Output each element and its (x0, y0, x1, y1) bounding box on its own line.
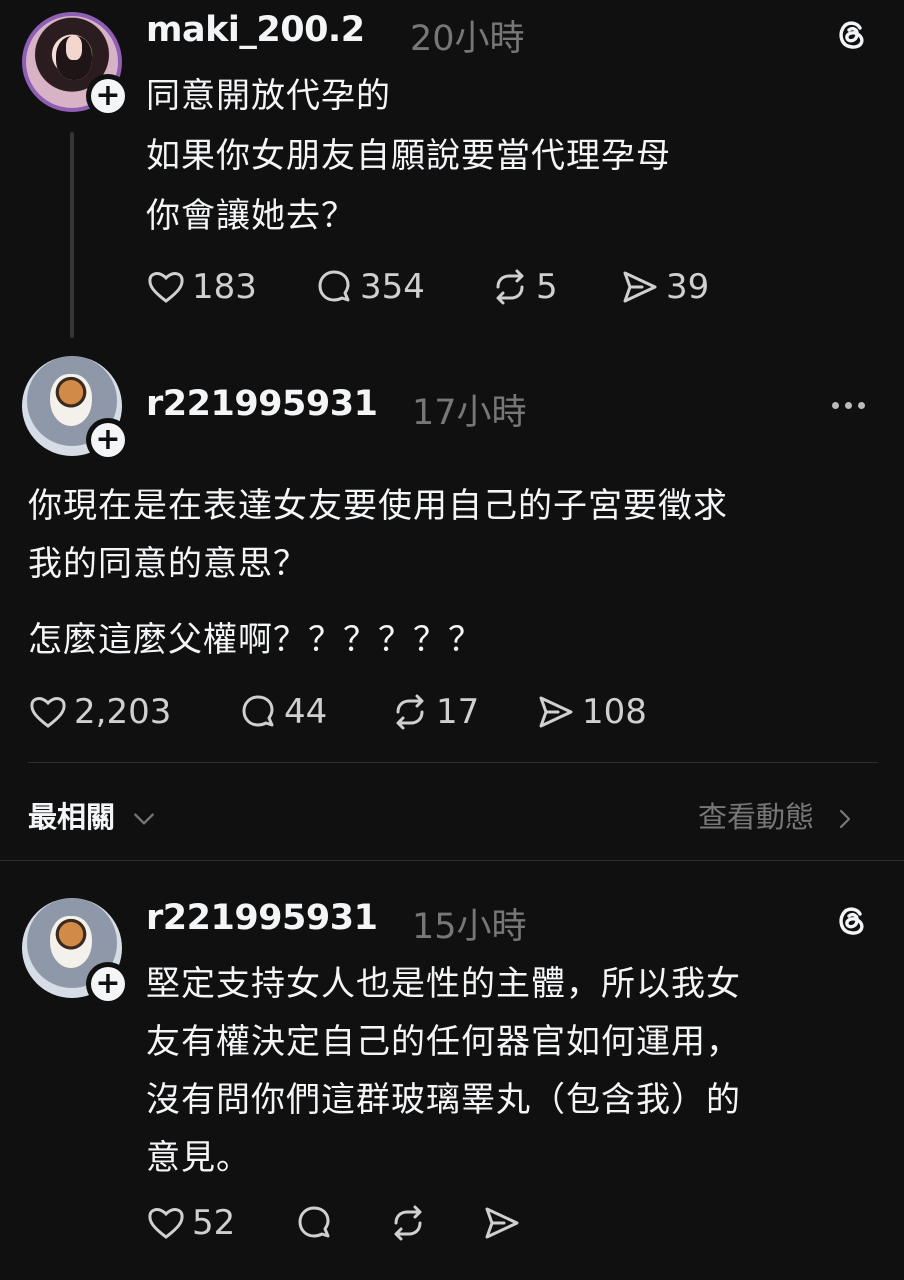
post-text-line: 友有權決定自己的任何器官如何運用， (146, 1022, 741, 1062)
more-icon[interactable] (832, 398, 872, 412)
like-count: 183 (192, 267, 257, 307)
username[interactable]: maki_200.2 (146, 10, 365, 50)
comment-icon (298, 1206, 330, 1238)
comment-icon (242, 695, 274, 727)
chevron-down-icon (134, 813, 154, 825)
follow-button[interactable]: + (86, 74, 130, 118)
username[interactable]: r221995931 (146, 898, 378, 938)
post-text-line: 我的同意的意思？ (28, 544, 308, 584)
share-icon (539, 696, 573, 728)
follow-button[interactable]: + (86, 962, 130, 1006)
comment-icon (318, 270, 350, 302)
timestamp: 20小時 (410, 19, 525, 59)
post-text-line: 沒有問你們這群玻璃睪丸（包含我）的 (146, 1080, 741, 1120)
threads-logo-icon[interactable] (832, 14, 872, 54)
chevron-right-icon (840, 809, 851, 829)
username[interactable]: r221995931 (146, 384, 378, 424)
repost-icon (396, 694, 424, 730)
repost-icon (496, 269, 524, 305)
reply-count: 354 (360, 267, 425, 307)
post-text-line: 堅定支持女人也是性的主體，所以我女 (146, 964, 741, 1004)
reply-button[interactable]: 354 (314, 264, 425, 310)
heart-icon (148, 1208, 184, 1239)
share-button[interactable] (482, 1200, 522, 1246)
action-bar: 52 (146, 1200, 566, 1246)
reply-button[interactable]: 44 (238, 689, 327, 735)
action-bar: 2,203 44 17 108 (28, 689, 708, 735)
sort-label: 最相關 (28, 800, 116, 834)
post-text-line: 你會讓她去？ (146, 196, 356, 236)
divider (28, 762, 878, 763)
repost-count: 17 (436, 692, 480, 732)
like-button[interactable]: 2,203 (28, 689, 171, 735)
post-text-line: 如果你女朋友自願說要當代理孕母 (146, 136, 671, 176)
action-bar: 183 354 5 39 (146, 264, 766, 310)
repost-button[interactable]: 5 (490, 264, 558, 310)
like-button[interactable]: 52 (146, 1200, 235, 1246)
reply-count: 44 (284, 692, 328, 732)
plus-icon: + (91, 79, 125, 113)
share-count: 39 (666, 267, 710, 307)
plus-icon: + (91, 967, 125, 1001)
heart-icon (148, 272, 184, 303)
thread-connector (70, 132, 74, 338)
like-button[interactable]: 183 (146, 264, 257, 310)
plus-icon: + (91, 423, 125, 457)
timestamp: 17小時 (412, 393, 527, 433)
view-activity-label: 查看動態 (698, 800, 815, 834)
repost-count: 5 (536, 267, 558, 307)
share-count: 108 (582, 692, 647, 732)
repost-icon (394, 1205, 422, 1241)
follow-button[interactable]: + (86, 418, 130, 462)
share-icon (485, 1207, 519, 1239)
threads-logo-icon[interactable] (832, 900, 872, 940)
share-icon (623, 271, 657, 303)
post-text-line: 怎麼這麼父權啊？？？？？？ (28, 620, 483, 660)
post-text-line: 同意開放代孕的 (146, 76, 391, 116)
share-button[interactable]: 39 (620, 264, 709, 310)
heart-icon (30, 697, 66, 728)
repost-button[interactable] (388, 1200, 428, 1246)
like-count: 52 (192, 1203, 236, 1243)
share-button[interactable]: 108 (536, 689, 647, 735)
timestamp: 15小時 (412, 907, 527, 947)
post-text-line: 意見。 (146, 1138, 251, 1178)
view-activity-link[interactable]: 查看動態 (698, 794, 857, 836)
reply-button[interactable] (294, 1200, 334, 1246)
post-text-line: 你現在是在表達女友要使用自己的子宮要徵求 (28, 486, 728, 526)
sort-dropdown[interactable]: 最相關 (28, 794, 157, 836)
like-count: 2,203 (74, 692, 172, 732)
divider (0, 860, 904, 861)
repost-button[interactable]: 17 (390, 689, 479, 735)
